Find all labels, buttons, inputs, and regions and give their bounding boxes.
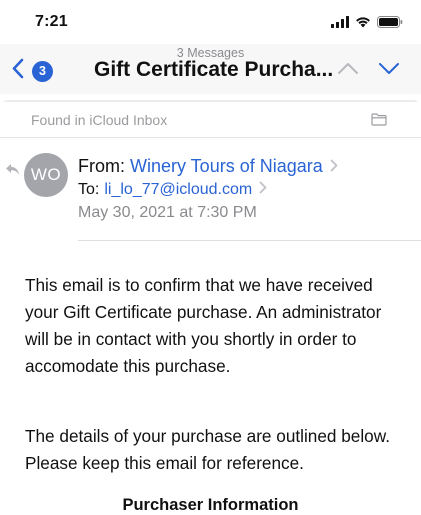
from-label: From: (78, 156, 125, 176)
status-bar: 7:21 (0, 0, 421, 44)
from-row[interactable]: From: Winery Tours of Niagara (78, 156, 338, 177)
status-time: 7:21 (35, 13, 68, 30)
signal-bars-icon (331, 15, 349, 33)
message-subject-title: Gift Certificate Purcha... (94, 58, 334, 81)
to-label: To: (78, 181, 100, 198)
header-divider (78, 240, 421, 241)
battery-icon (377, 15, 403, 33)
mailbox-location-banner[interactable]: Found in iCloud Inbox (0, 102, 421, 138)
body-paragraph-1: This email is to confirm that we have re… (25, 275, 382, 376)
replied-arrow-icon (5, 163, 20, 181)
purchaser-information-heading: Purchaser Information (122, 496, 299, 514)
unread-count-badge: 3 (32, 60, 53, 82)
back-button[interactable]: 3 (12, 58, 53, 84)
folder-icon[interactable] (371, 113, 387, 131)
to-row[interactable]: To: li_lo_77@icloud.com (78, 181, 267, 199)
chevron-down-icon[interactable] (378, 62, 400, 80)
chevron-up-icon[interactable] (337, 62, 359, 80)
navigation-bar: 3 Messages 3 Gift Certificate Purcha... (0, 44, 421, 94)
mailbox-location-text: Found in iCloud Inbox (31, 112, 168, 128)
status-icons (331, 15, 403, 33)
sender-name[interactable]: Winery Tours of Niagara (130, 156, 323, 177)
recipient-address[interactable]: li_lo_77@icloud.com (104, 181, 252, 199)
wifi-icon (355, 15, 371, 33)
chevron-right-icon[interactable] (330, 156, 338, 177)
chevron-right-icon[interactable] (259, 181, 267, 199)
chevron-left-icon (12, 58, 24, 84)
message-date: May 30, 2021 at 7:30 PM (78, 204, 257, 221)
body-paragraph-2: The details of your purchase are outline… (25, 426, 390, 473)
sender-avatar[interactable]: WO (24, 153, 68, 197)
